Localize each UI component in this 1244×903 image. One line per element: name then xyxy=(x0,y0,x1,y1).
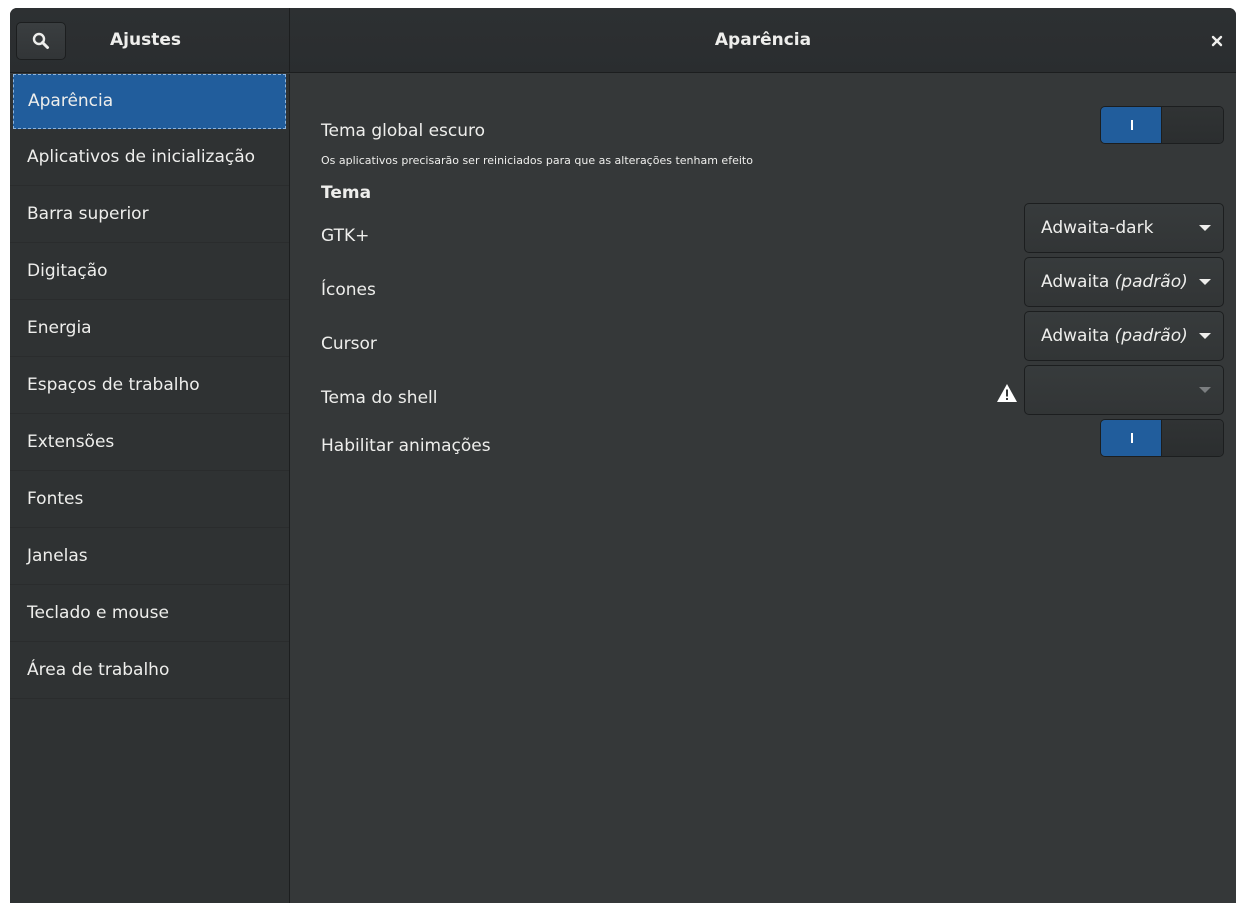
sidebar-item-label: Extensões xyxy=(27,432,115,452)
sidebar-item-aplicativos-de-inicializacao[interactable]: Aplicativos de inicialização xyxy=(10,129,289,186)
header-bar: Ajustes Aparência xyxy=(10,8,1236,73)
sidebar-item-label: Digitação xyxy=(27,261,108,281)
sidebar-item-espacos-de-trabalho[interactable]: Espaços de trabalho xyxy=(10,357,289,414)
settings-window: Ajustes Aparência Aparência Aplicativos … xyxy=(10,8,1236,903)
sidebar-item-extensoes[interactable]: Extensões xyxy=(10,414,289,471)
sidebar-item-teclado-e-mouse[interactable]: Teclado e mouse xyxy=(10,585,289,642)
icons-label: Ícones xyxy=(321,280,376,300)
chevron-down-icon xyxy=(1199,333,1211,339)
sidebar-item-energia[interactable]: Energia xyxy=(10,300,289,357)
sidebar-item-area-de-trabalho[interactable]: Área de trabalho xyxy=(10,642,289,699)
warning-icon xyxy=(997,384,1017,402)
animations-label: Habilitar animações xyxy=(321,436,491,456)
app-title: Ajustes xyxy=(110,30,181,50)
switch-on-indicator xyxy=(1101,107,1163,143)
cursor-theme-default-suffix: (padrão) xyxy=(1114,326,1188,346)
gtk-theme-value: Adwaita-dark xyxy=(1041,218,1154,238)
page-title: Aparência xyxy=(714,30,812,50)
icons-theme-value: Adwaita xyxy=(1041,272,1110,292)
switch-on-indicator xyxy=(1101,420,1163,456)
chevron-down-icon xyxy=(1199,279,1211,285)
main-content: Tema global escuro Os aplicativos precis… xyxy=(291,74,1236,903)
sidebar-item-label: Espaços de trabalho xyxy=(27,375,200,395)
dark-theme-switch[interactable] xyxy=(1100,106,1224,144)
cursor-theme-value: Adwaita xyxy=(1041,326,1110,346)
sidebar-item-janelas[interactable]: Janelas xyxy=(10,528,289,585)
theme-section-heading: Tema xyxy=(321,183,372,203)
header-left: Ajustes xyxy=(10,8,290,73)
dark-theme-subtitle: Os aplicativos precisarão ser reiniciado… xyxy=(321,154,753,167)
animations-switch[interactable] xyxy=(1100,419,1224,457)
chevron-down-icon xyxy=(1199,387,1211,393)
switch-off-area xyxy=(1161,420,1223,456)
chevron-down-icon xyxy=(1199,225,1211,231)
icons-theme-default-suffix: (padrão) xyxy=(1114,272,1188,292)
sidebar-item-label: Energia xyxy=(27,318,92,338)
sidebar-item-fontes[interactable]: Fontes xyxy=(10,471,289,528)
sidebar-item-label: Barra superior xyxy=(27,204,149,224)
dark-theme-label: Tema global escuro xyxy=(321,121,486,141)
sidebar-item-label: Teclado e mouse xyxy=(27,603,169,623)
search-icon xyxy=(32,32,49,49)
shell-theme-combo[interactable] xyxy=(1024,365,1224,415)
icons-theme-combo[interactable]: Adwaita (padrão) xyxy=(1024,257,1224,307)
cursor-theme-combo[interactable]: Adwaita (padrão) xyxy=(1024,311,1224,361)
switch-off-area xyxy=(1161,107,1223,143)
sidebar-item-label: Aparência xyxy=(28,91,114,111)
sidebar: Aparência Aplicativos de inicialização B… xyxy=(10,74,290,903)
sidebar-item-label: Aplicativos de inicialização xyxy=(27,147,256,167)
sidebar-item-aparencia[interactable]: Aparência xyxy=(13,74,286,129)
gtk-theme-combo[interactable]: Adwaita-dark xyxy=(1024,203,1224,253)
close-button[interactable] xyxy=(1204,28,1230,54)
cursor-label: Cursor xyxy=(321,334,377,354)
sidebar-item-label: Área de trabalho xyxy=(27,660,170,680)
sidebar-item-barra-superior[interactable]: Barra superior xyxy=(10,186,289,243)
shell-theme-label: Tema do shell xyxy=(321,388,438,408)
sidebar-item-label: Janelas xyxy=(27,546,88,566)
search-button[interactable] xyxy=(16,22,66,60)
sidebar-item-digitacao[interactable]: Digitação xyxy=(10,243,289,300)
gtk-label: GTK+ xyxy=(321,226,370,246)
sidebar-item-label: Fontes xyxy=(27,489,84,509)
close-icon xyxy=(1211,35,1223,47)
